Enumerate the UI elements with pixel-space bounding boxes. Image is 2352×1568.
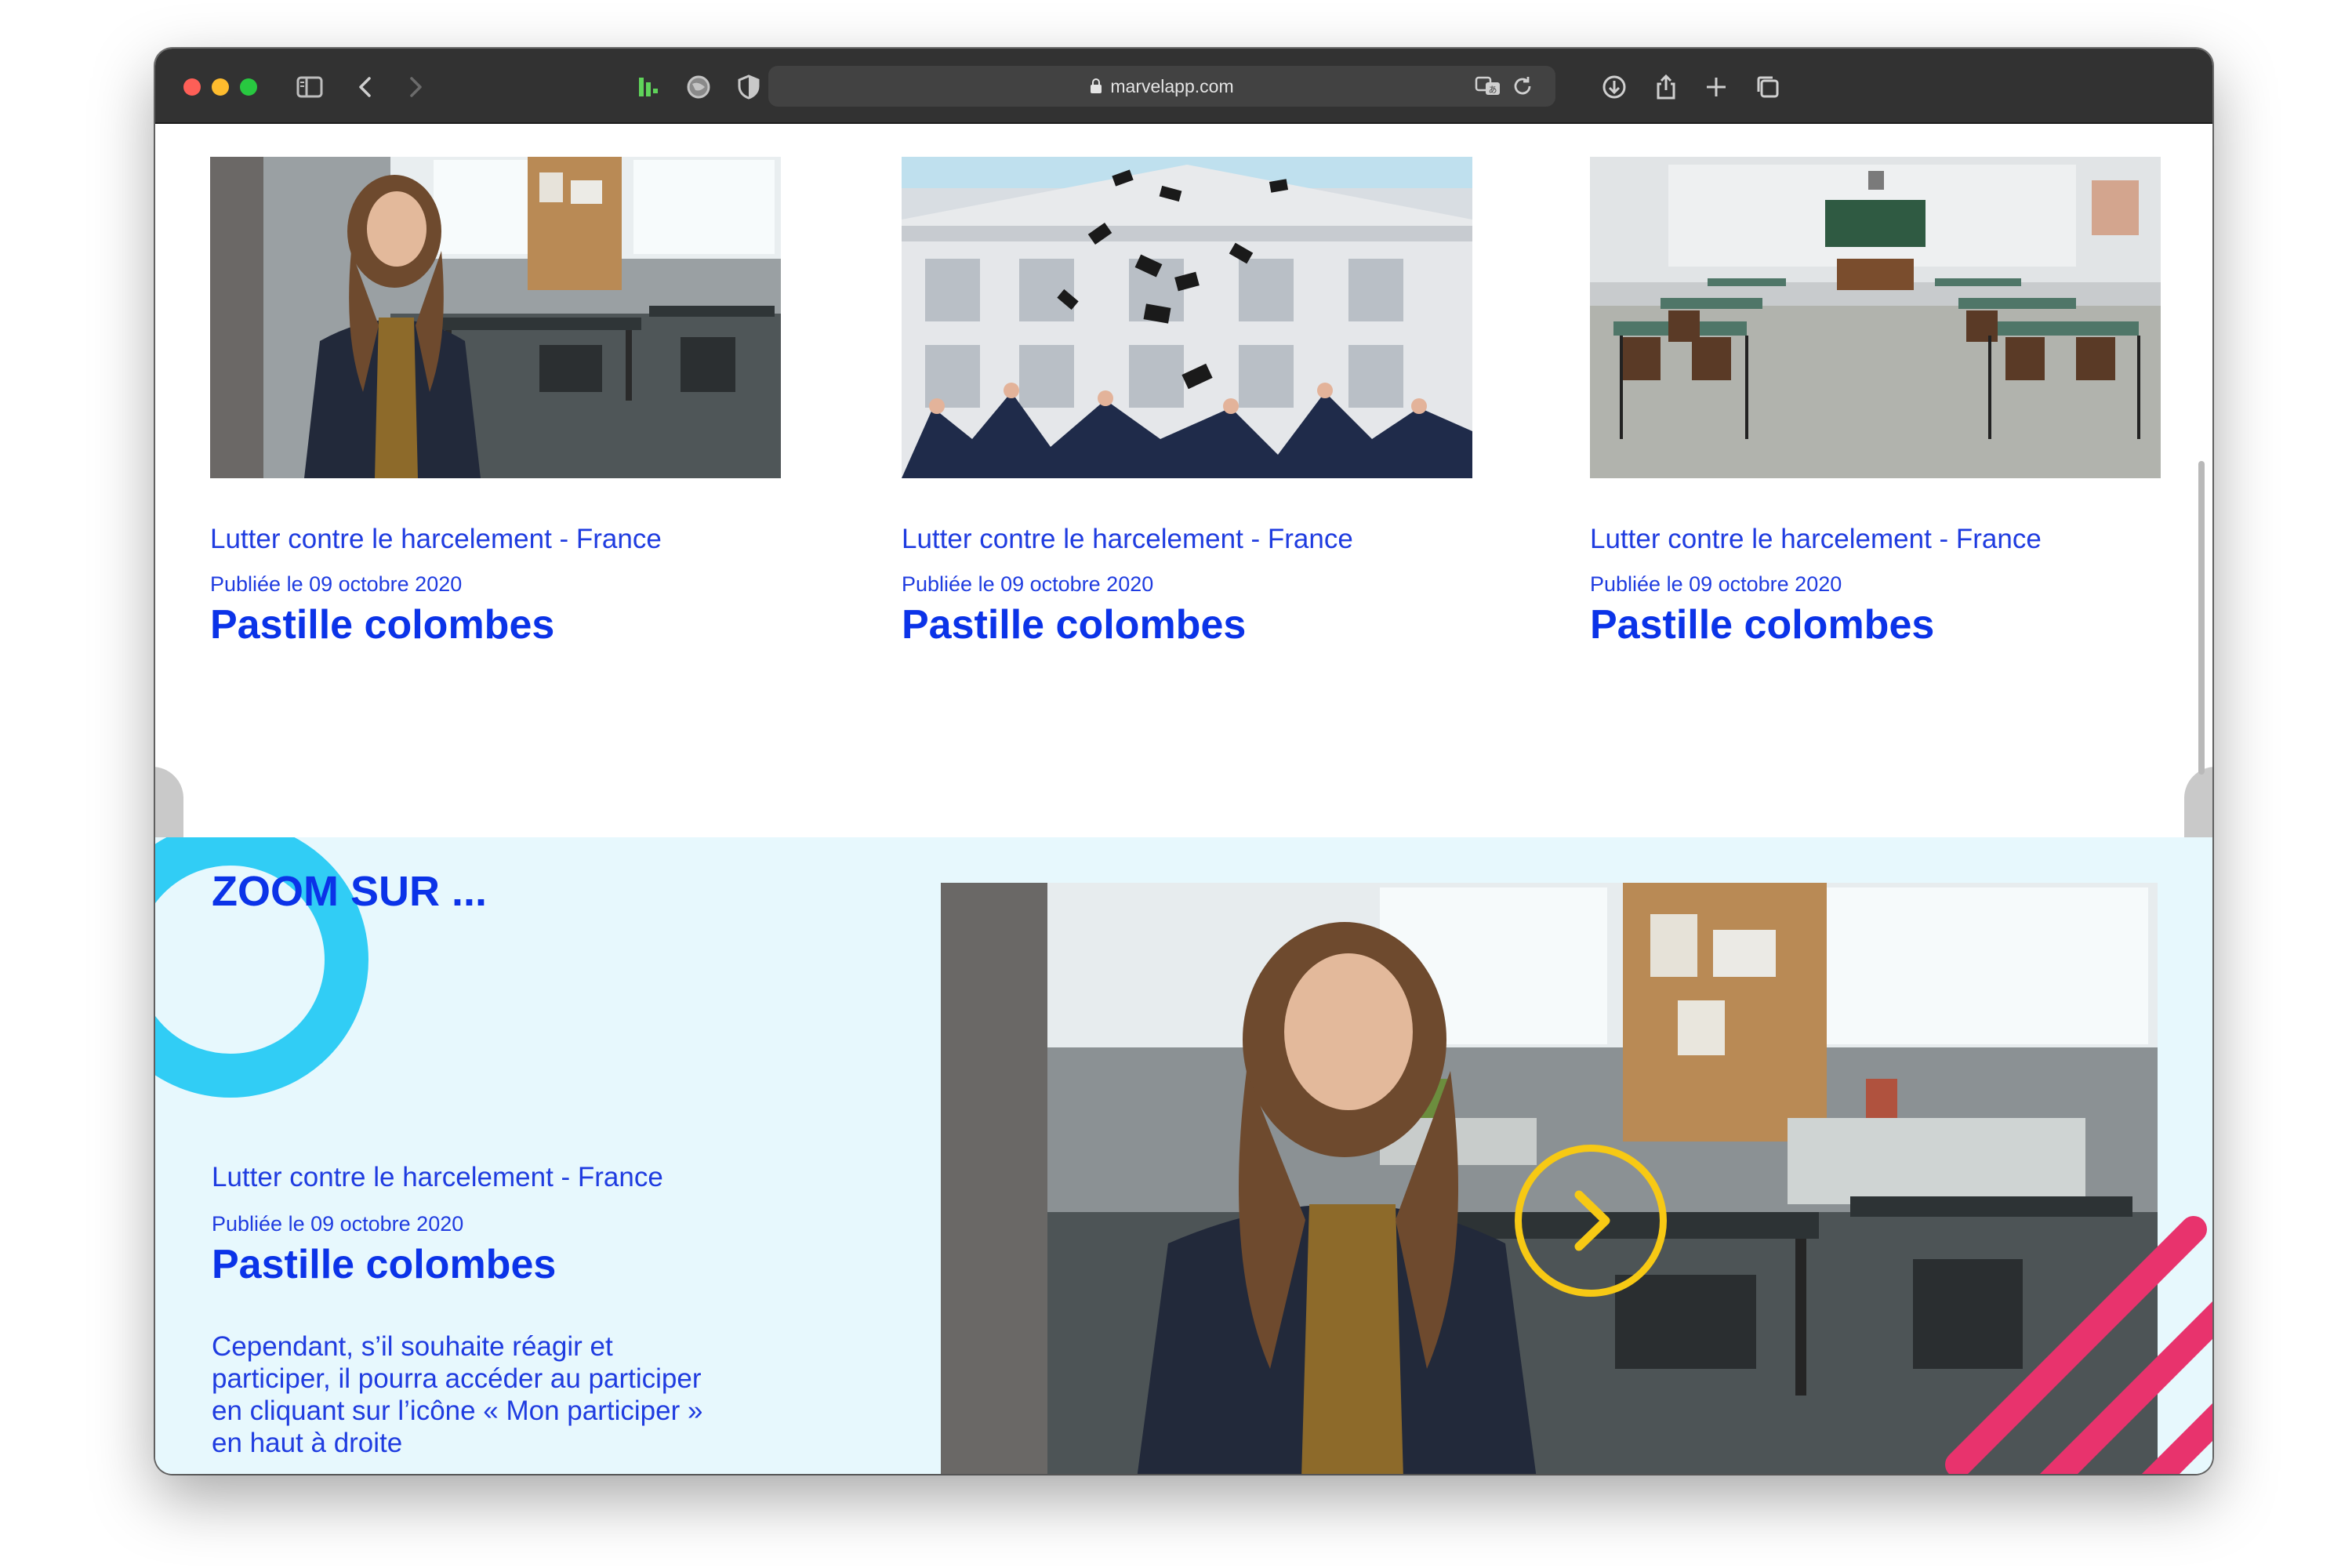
article-card[interactable]: Lutter contre le harcelement - France Pu…	[1590, 157, 2161, 648]
browser-window: marvelapp.com あ Lutter contre le harcele…	[155, 49, 2212, 1474]
zoom-heading: ZOOM SUR ...	[212, 868, 487, 915]
article-card[interactable]: Lutter contre le harcelement - France Pu…	[902, 157, 1472, 648]
article-photo-graduation[interactable]	[902, 157, 1472, 478]
article-date: Publiée le 09 octobre 2020	[1590, 572, 1842, 596]
decorative-stripes	[1935, 1206, 2212, 1474]
article-date: Publiée le 09 octobre 2020	[902, 572, 1154, 596]
share-icon[interactable]	[1646, 67, 1686, 107]
url-text: marvelapp.com	[1110, 76, 1234, 96]
article-photo-classroom[interactable]	[1590, 157, 2161, 478]
zoom-category[interactable]: Lutter contre le harcelement - France	[212, 1162, 713, 1193]
minimize-window-button[interactable]	[212, 78, 229, 96]
article-category[interactable]: Lutter contre le harcelement - France	[1590, 524, 2161, 555]
article-title[interactable]: Pastille colombes	[210, 601, 781, 648]
sidebar-toggle-icon[interactable]	[290, 67, 329, 107]
article-photo-teacher[interactable]	[210, 157, 781, 478]
page-scrollbar[interactable]	[2198, 461, 2205, 775]
lock-icon	[1091, 78, 1102, 93]
zoom-date: Publiée le 09 octobre 2020	[212, 1212, 464, 1236]
privacy-shield-icon[interactable]	[729, 67, 768, 107]
article-date: Publiée le 09 octobre 2020	[210, 572, 463, 596]
close-window-button[interactable]	[183, 78, 201, 96]
zoom-section: ZOOM SUR ... Lutter contre le harcelemen…	[155, 837, 2212, 1474]
extension-icon[interactable]	[629, 67, 668, 107]
back-icon[interactable]	[347, 67, 386, 107]
article-category[interactable]: Lutter contre le harcelement - France	[902, 524, 1472, 555]
svg-text:あ: あ	[1489, 85, 1497, 95]
address-url[interactable]: marvelapp.com	[768, 66, 1555, 107]
globe-icon[interactable]	[679, 67, 718, 107]
page-viewport: Lutter contre le harcelement - France Pu…	[155, 124, 2212, 1474]
zoom-article-text: Lutter contre le harcelement - France Pu…	[212, 1162, 713, 1459]
article-card[interactable]: Lutter contre le harcelement - France Pu…	[210, 157, 781, 648]
article-title[interactable]: Pastille colombes	[1590, 601, 2161, 648]
article-title[interactable]: Pastille colombes	[902, 601, 1472, 648]
browser-toolbar: marvelapp.com あ	[155, 49, 2212, 124]
forward-icon[interactable]	[395, 67, 434, 107]
article-category[interactable]: Lutter contre le harcelement - France	[210, 524, 781, 555]
download-icon[interactable]	[1595, 67, 1634, 107]
play-next-button[interactable]	[1515, 1145, 1667, 1297]
zoom-title[interactable]: Pastille colombes	[212, 1241, 713, 1288]
tab-overview-icon[interactable]	[1748, 67, 1788, 107]
chevron-right-icon	[1574, 1190, 1610, 1251]
zoom-body: Cependant, s’il souhaite réagir et parti…	[212, 1331, 703, 1458]
maximize-window-button[interactable]	[240, 78, 257, 96]
new-tab-icon[interactable]	[1697, 67, 1736, 107]
reload-icon[interactable]	[1508, 72, 1537, 100]
translate-icon[interactable]: あ	[1474, 72, 1502, 100]
address-bar[interactable]: marvelapp.com あ	[768, 66, 1555, 107]
